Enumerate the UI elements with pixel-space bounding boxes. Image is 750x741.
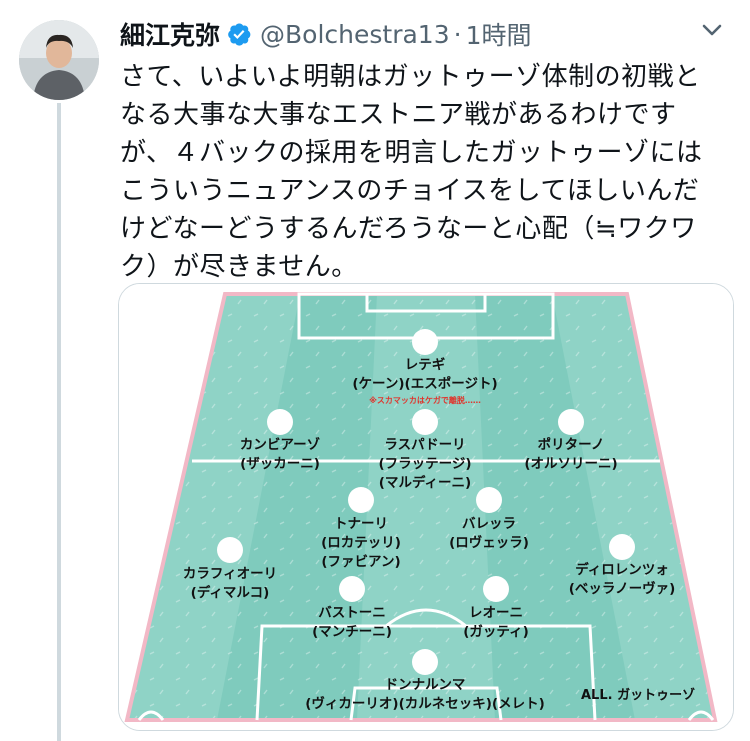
separator: · <box>453 19 462 49</box>
player-marker-rb <box>609 534 635 560</box>
tweet-text: さて、いよいよ明朝はガットゥーゾ体制の初戦となる大事な大事なエストニア戦があるわ… <box>120 62 703 282</box>
more-options-icon[interactable] <box>692 12 732 52</box>
player-label-lw: カンビアーゾ (ザッカーニ) <box>240 436 320 474</box>
player-label-rb: ディロレンツォ (ベッラノーヴァ) <box>569 561 676 599</box>
player-label-lcm: トナーリ (ロカテッリ) (ファビアン) <box>321 515 401 572</box>
player-name-line: レオーニ <box>469 605 523 621</box>
player-marker-rcb <box>483 576 509 602</box>
player-name-line: カンビアーゾ <box>239 437 321 453</box>
player-name-line: (ケーン)(エスポージト) <box>352 376 498 392</box>
player-label-lb: カラフィオーリ (ディマルコ) <box>183 565 277 603</box>
player-marker-lcm <box>348 487 374 513</box>
player-name-line: (ファビアン) <box>321 554 401 570</box>
player-label-rw: ポリターノ (オルソリーニ) <box>524 436 617 474</box>
player-name-line: トナーリ <box>334 516 388 532</box>
author-handle[interactable]: @Bolchestra13 <box>260 20 450 49</box>
player-marker-am <box>412 409 438 435</box>
player-name-line: ドンナルンマ <box>384 677 466 693</box>
player-name-line: (ザッカーニ) <box>240 456 320 472</box>
player-name-line: (マルディーニ) <box>378 475 472 491</box>
player-marker-st <box>412 329 438 355</box>
player-marker-lw <box>267 409 293 435</box>
player-name-line: (マンチーニ) <box>312 624 392 640</box>
formation-pitch <box>119 284 733 730</box>
player-label-lcb: バストーニ (マンチーニ) <box>312 604 392 642</box>
verified-badge-icon <box>226 21 252 47</box>
tweet-header: 細江克弥 @Bolchestra13 · 1時間 <box>120 14 531 54</box>
player-marker-rcm <box>476 487 502 513</box>
player-label-rcm: バレッラ (ロヴェッラ) <box>449 515 529 553</box>
player-name-line: ポリターノ <box>537 437 605 453</box>
player-name-line: ラスパドーリ <box>384 437 466 453</box>
thread-line <box>57 103 61 741</box>
player-name-line: レテギ <box>404 357 446 373</box>
coach-label: ALL. ガットゥーゾ <box>581 688 696 703</box>
player-name-line: (ベッラノーヴァ) <box>568 581 676 597</box>
player-label-am: ラスパドーリ (フラッテージ) (マルディーニ) <box>378 436 471 493</box>
player-marker-gk <box>412 649 438 675</box>
player-marker-rw <box>558 409 584 435</box>
tweet-image[interactable]: ドンナルンマ (ヴィカーリオ)(カルネセッキ)(メレト) カラフィオーリ (ディマルコ… <box>118 283 734 731</box>
player-name-line: (ディマルコ) <box>190 585 270 601</box>
player-label-gk: ドンナルンマ (ヴィカーリオ)(カルネセッキ)(メレト) <box>305 676 545 714</box>
player-label-rcb: レオーニ (ガッティ) <box>463 604 529 642</box>
player-name-line: (ガッティ) <box>463 624 529 640</box>
author-name[interactable]: 細江克弥 <box>120 16 220 52</box>
player-name-line: (ヴィカーリオ)(カルネセッキ)(メレト) <box>305 696 545 712</box>
player-marker-lb <box>217 537 243 563</box>
player-name-line: (ロヴェッラ) <box>449 535 529 551</box>
injury-note: ※スカマッカはケガで離脱…… <box>369 396 481 405</box>
player-marker-lcb <box>339 576 365 602</box>
player-name-line: (フラッテージ) <box>378 456 472 472</box>
avatar[interactable] <box>19 20 99 100</box>
player-name-line: (ロカテッリ) <box>321 535 401 551</box>
player-name-line: カラフィオーリ <box>182 566 278 582</box>
player-name-line: バストーニ <box>318 605 386 621</box>
player-label-st: レテギ (ケーン)(エスポージト) <box>352 356 497 394</box>
player-name-line: (オルソリーニ) <box>524 456 618 472</box>
player-name-line: バレッラ <box>462 516 516 532</box>
player-name-line: ディロレンツォ <box>575 562 669 578</box>
tweet-timestamp[interactable]: 1時間 <box>466 16 532 52</box>
